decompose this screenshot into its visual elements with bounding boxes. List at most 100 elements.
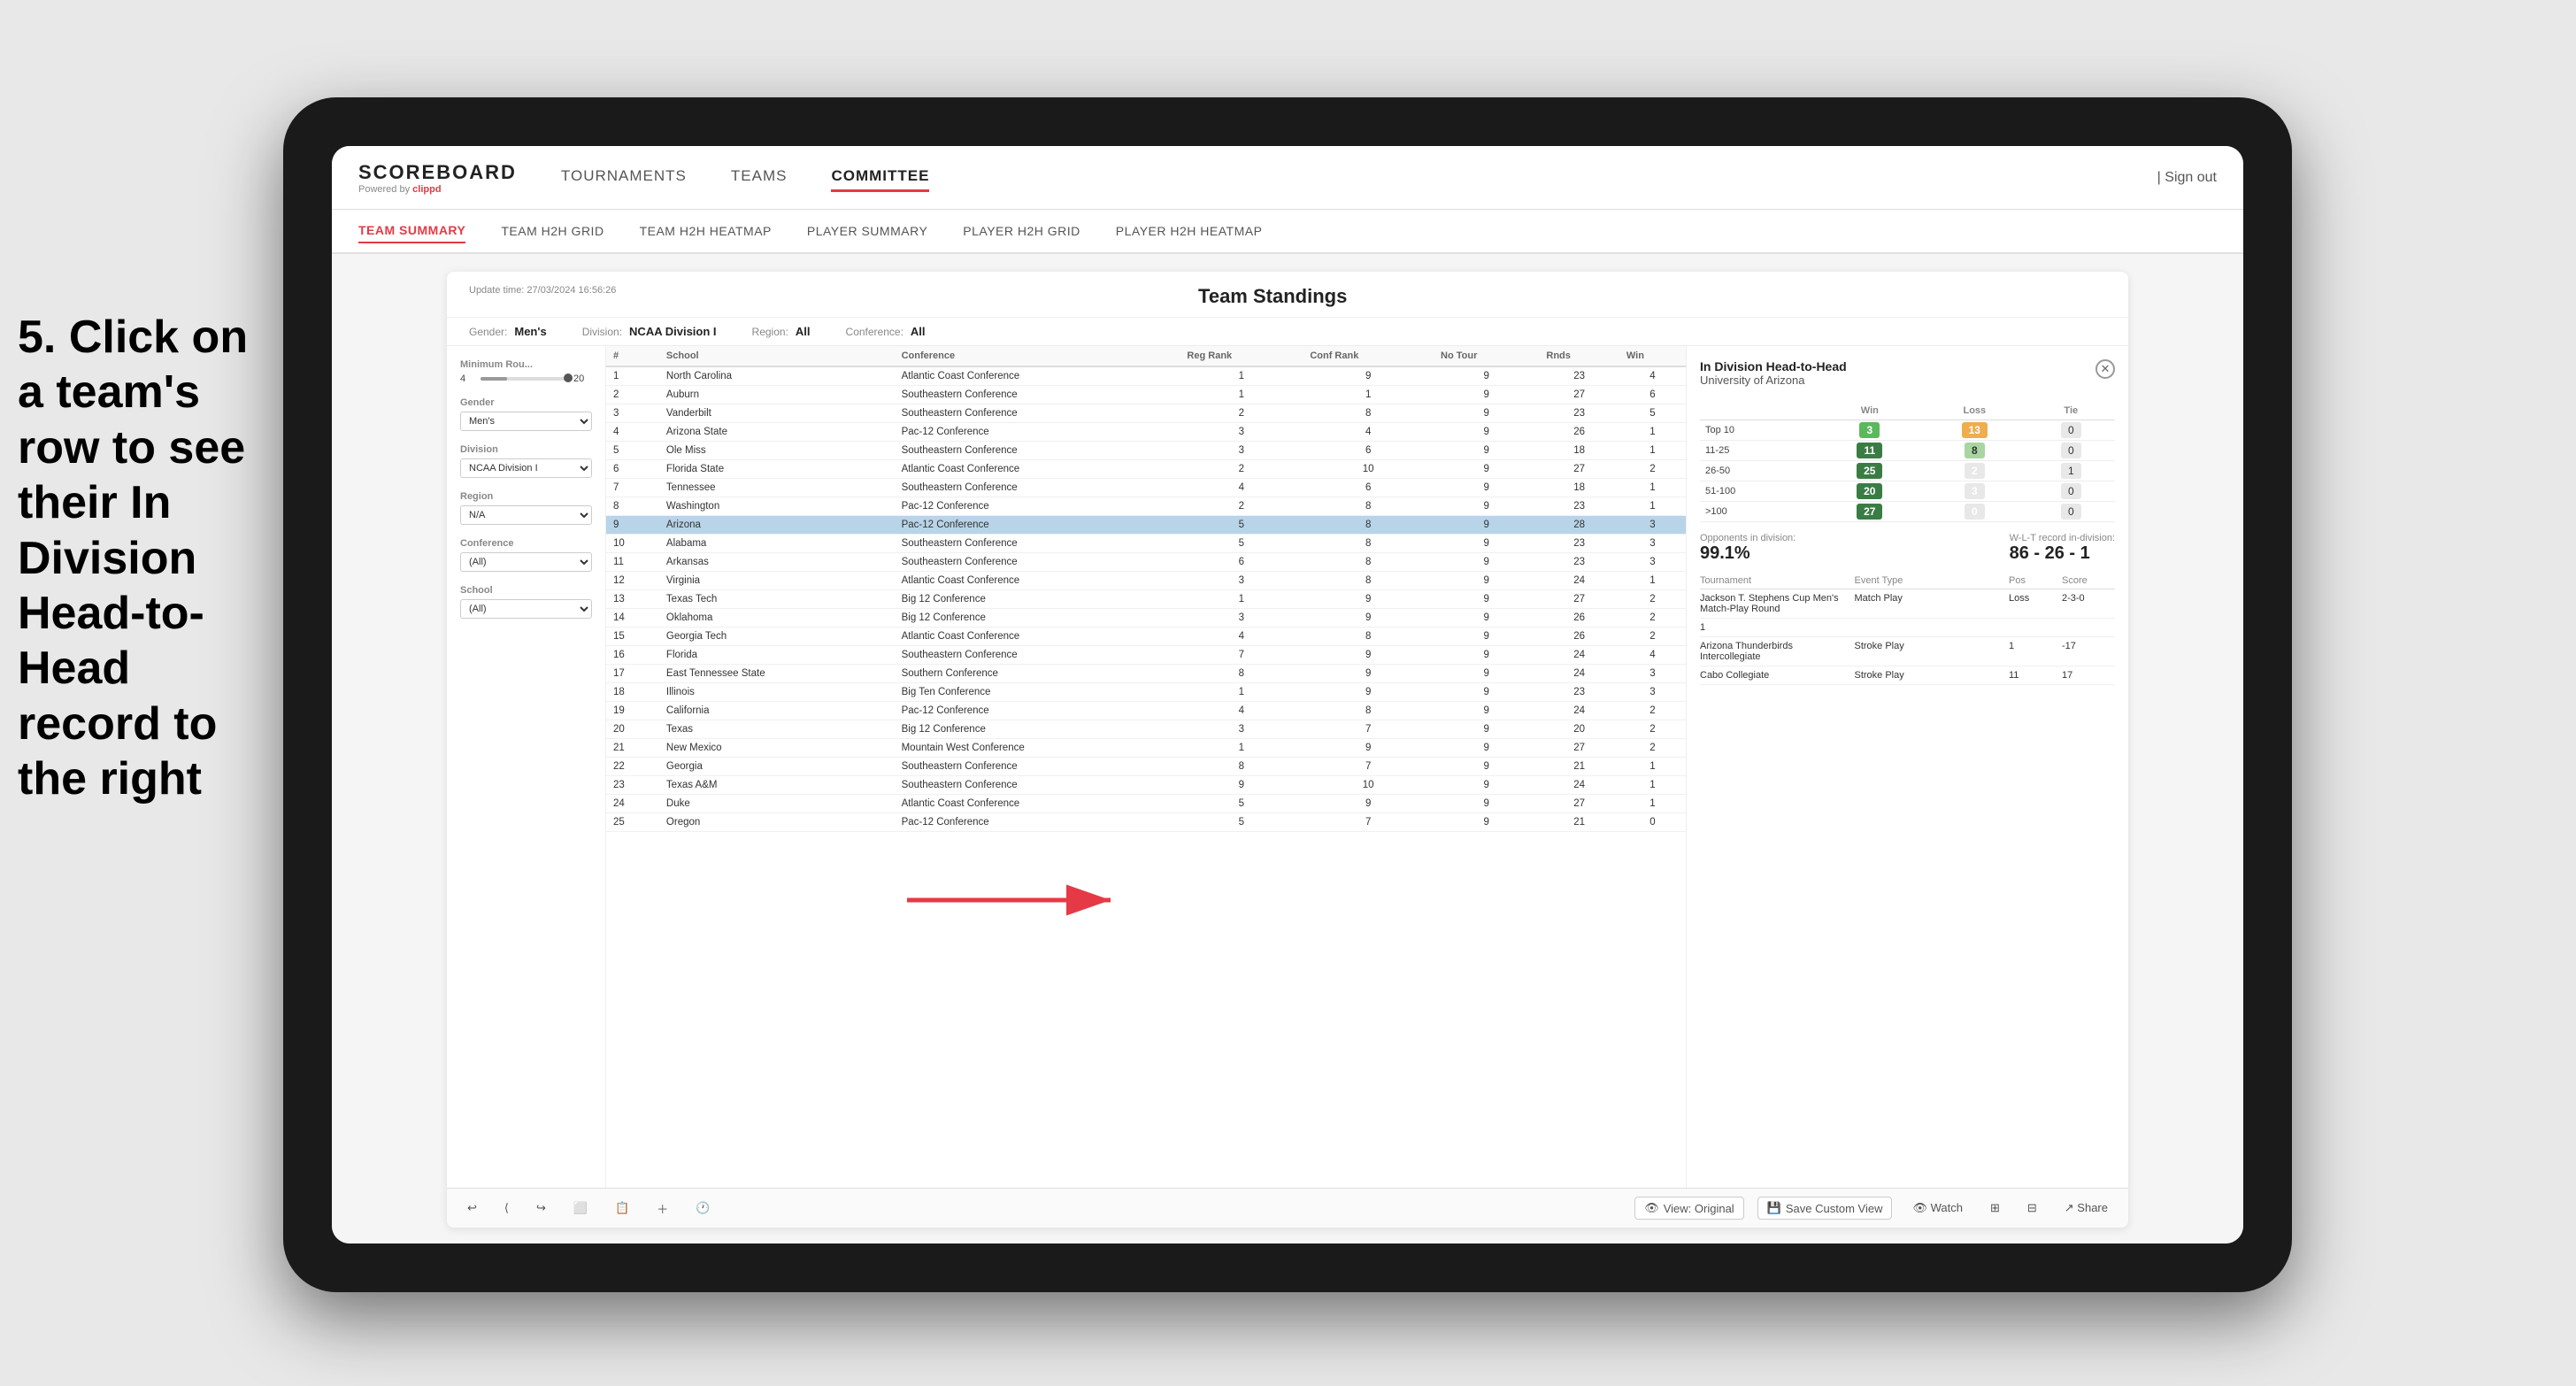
cell-school: Duke (659, 795, 895, 813)
tour-name-4: Cabo Collegiate (1700, 670, 1855, 681)
tournament-row-3[interactable]: Arizona Thunderbirds Intercollegiate Str… (1700, 637, 2115, 666)
cell-win: 2 (1619, 720, 1686, 739)
tournament-row-1[interactable]: Jackson T. Stephens Cup Men's Match-Play… (1700, 589, 2115, 619)
table-row[interactable]: 5 Ole Miss Southeastern Conference 3 6 9… (606, 442, 1686, 460)
cell-no-tour: 9 (1434, 516, 1539, 535)
table-row[interactable]: 10 Alabama Southeastern Conference 5 8 9… (606, 535, 1686, 553)
table-row[interactable]: 17 East Tennessee State Southern Confere… (606, 665, 1686, 683)
gender-control-label: Gender (460, 397, 592, 408)
tournament-section: Tournament Event Type Pos Score Jackson … (1700, 573, 2115, 685)
table-row[interactable]: 2 Auburn Southeastern Conference 1 1 9 2… (606, 386, 1686, 404)
nav-items: TOURNAMENTS TEAMS COMMITTEE (561, 163, 2157, 192)
table-row[interactable]: 15 Georgia Tech Atlantic Coast Conferenc… (606, 628, 1686, 646)
table-row[interactable]: 21 New Mexico Mountain West Conference 1… (606, 739, 1686, 758)
filters-row: Gender: Men's Division: NCAA Division I … (447, 318, 2128, 346)
layout-button[interactable]: ⊞ (1983, 1197, 2007, 1219)
table-row[interactable]: 22 Georgia Southeastern Conference 8 7 9… (606, 758, 1686, 776)
school-select[interactable]: (All) (460, 599, 592, 619)
conference-filter-value: All (911, 325, 926, 338)
nav-tournaments[interactable]: TOURNAMENTS (561, 163, 687, 192)
subnav-player-h2h-heatmap[interactable]: PLAYER H2H HEATMAP (1116, 219, 1263, 243)
cell-conference: Pac-12 Conference (895, 423, 1180, 442)
conference-select[interactable]: (All) (460, 552, 592, 572)
cell-no-tour: 9 (1434, 739, 1539, 758)
table-row[interactable]: 18 Illinois Big Ten Conference 1 9 9 23 … (606, 683, 1686, 702)
table-row[interactable]: 12 Virginia Atlantic Coast Conference 3 … (606, 572, 1686, 590)
update-time: Update time: 27/03/2024 16:56:26 (469, 285, 616, 296)
table-row[interactable]: 8 Washington Pac-12 Conference 2 8 9 23 … (606, 497, 1686, 516)
col-win: Win (1619, 346, 1686, 366)
division-select[interactable]: NCAA Division I NCAA Division II (460, 458, 592, 478)
view-original-icon: 👁 (1644, 1201, 1659, 1215)
share-button[interactable]: ↗ Share (2057, 1197, 2115, 1219)
subnav-team-h2h-heatmap[interactable]: TEAM H2H HEATMAP (640, 219, 772, 243)
table-row[interactable]: 13 Texas Tech Big 12 Conference 1 9 9 27… (606, 590, 1686, 609)
table-row[interactable]: 14 Oklahoma Big 12 Conference 3 9 9 26 2 (606, 609, 1686, 628)
view-original-button[interactable]: 👁 View: Original (1634, 1197, 1743, 1220)
step-back-button[interactable]: ⟨ (497, 1197, 516, 1219)
tour-col-score: Score (2062, 575, 2115, 586)
cell-rnds: 27 (1539, 795, 1619, 813)
sign-out-button[interactable]: | Sign out (2157, 170, 2217, 186)
table-row[interactable]: 20 Texas Big 12 Conference 3 7 9 20 2 (606, 720, 1686, 739)
redo-button[interactable]: ↪ (529, 1197, 553, 1219)
h2h-row-loss: 3 (1922, 481, 2027, 502)
cell-win: 4 (1619, 646, 1686, 665)
h2h-close-button[interactable]: ✕ (2095, 359, 2115, 379)
cell-reg-rank: 3 (1180, 720, 1303, 739)
division-filter-label: Division: (582, 326, 622, 338)
cell-conference: Southeastern Conference (895, 386, 1180, 404)
gender-select[interactable]: Men's Women's (460, 412, 592, 431)
slider-bar[interactable] (481, 377, 569, 381)
h2h-header: In Division Head-to-Head University of A… (1700, 359, 2115, 397)
table-row[interactable]: 19 California Pac-12 Conference 4 8 9 24… (606, 702, 1686, 720)
table-row[interactable]: 7 Tennessee Southeastern Conference 4 6 … (606, 479, 1686, 497)
table-body: 1 North Carolina Atlantic Coast Conferen… (606, 366, 1686, 832)
watch-button[interactable]: 👁 Watch (1905, 1197, 1969, 1219)
subnav-player-summary[interactable]: PLAYER SUMMARY (807, 219, 927, 243)
cell-reg-rank: 8 (1180, 758, 1303, 776)
subnav-player-h2h-grid[interactable]: PLAYER H2H GRID (963, 219, 1080, 243)
cell-rnds: 23 (1539, 683, 1619, 702)
save-custom-view-button[interactable]: 💾 Save Custom View (1757, 1197, 1893, 1220)
cell-conf-rank: 8 (1303, 553, 1434, 572)
cell-rank: 16 (606, 646, 659, 665)
cell-conf-rank: 7 (1303, 720, 1434, 739)
table-row[interactable]: 3 Vanderbilt Southeastern Conference 2 8… (606, 404, 1686, 423)
cell-school: Texas (659, 720, 895, 739)
table-row[interactable]: 24 Duke Atlantic Coast Conference 5 9 9 … (606, 795, 1686, 813)
h2h-row-tie: 0 (2027, 502, 2115, 522)
table-row[interactable]: 11 Arkansas Southeastern Conference 6 8 … (606, 553, 1686, 572)
cell-win: 2 (1619, 609, 1686, 628)
tour-pos-1: Loss (2009, 593, 2062, 614)
table-row[interactable]: 6 Florida State Atlantic Coast Conferenc… (606, 460, 1686, 479)
nav-teams[interactable]: TEAMS (731, 163, 788, 192)
nav-committee[interactable]: COMMITTEE (831, 163, 929, 192)
table-row[interactable]: 16 Florida Southeastern Conference 7 9 9… (606, 646, 1686, 665)
undo-button[interactable]: ↩ (460, 1197, 484, 1219)
clock-button[interactable]: 🕐 (688, 1197, 717, 1219)
tournament-row-2[interactable]: 1 (1700, 619, 2115, 637)
copy-button[interactable]: ⬜ (566, 1197, 595, 1219)
paste-button[interactable]: 📋 (608, 1197, 636, 1219)
cell-conference: Southeastern Conference (895, 442, 1180, 460)
tournament-row-4[interactable]: Cabo Collegiate Stroke Play 11 17 (1700, 666, 2115, 685)
tour-pos-2 (2009, 622, 2062, 633)
subnav-team-h2h-grid[interactable]: TEAM H2H GRID (501, 219, 604, 243)
table-button[interactable]: ⊟ (2020, 1197, 2044, 1219)
table-row[interactable]: 23 Texas A&M Southeastern Conference 9 1… (606, 776, 1686, 795)
table-row[interactable]: 4 Arizona State Pac-12 Conference 3 4 9 … (606, 423, 1686, 442)
add-button[interactable]: ＋ (650, 1197, 675, 1220)
standings-table: # School Conference Reg Rank Conf Rank N… (606, 346, 1686, 832)
table-row[interactable]: 25 Oregon Pac-12 Conference 5 7 9 21 0 (606, 813, 1686, 832)
table-row[interactable]: 9 Arizona Pac-12 Conference 5 8 9 28 3 (606, 516, 1686, 535)
region-select[interactable]: N/A (460, 505, 592, 525)
h2h-row-win: 25 (1818, 461, 1923, 481)
cell-no-tour: 9 (1434, 776, 1539, 795)
table-row[interactable]: 1 North Carolina Atlantic Coast Conferen… (606, 366, 1686, 386)
cell-rank: 20 (606, 720, 659, 739)
tournament-table-header: Tournament Event Type Pos Score (1700, 573, 2115, 589)
subnav-team-summary[interactable]: TEAM SUMMARY (358, 219, 465, 243)
cell-rnds: 24 (1539, 702, 1619, 720)
cell-no-tour: 9 (1434, 497, 1539, 516)
